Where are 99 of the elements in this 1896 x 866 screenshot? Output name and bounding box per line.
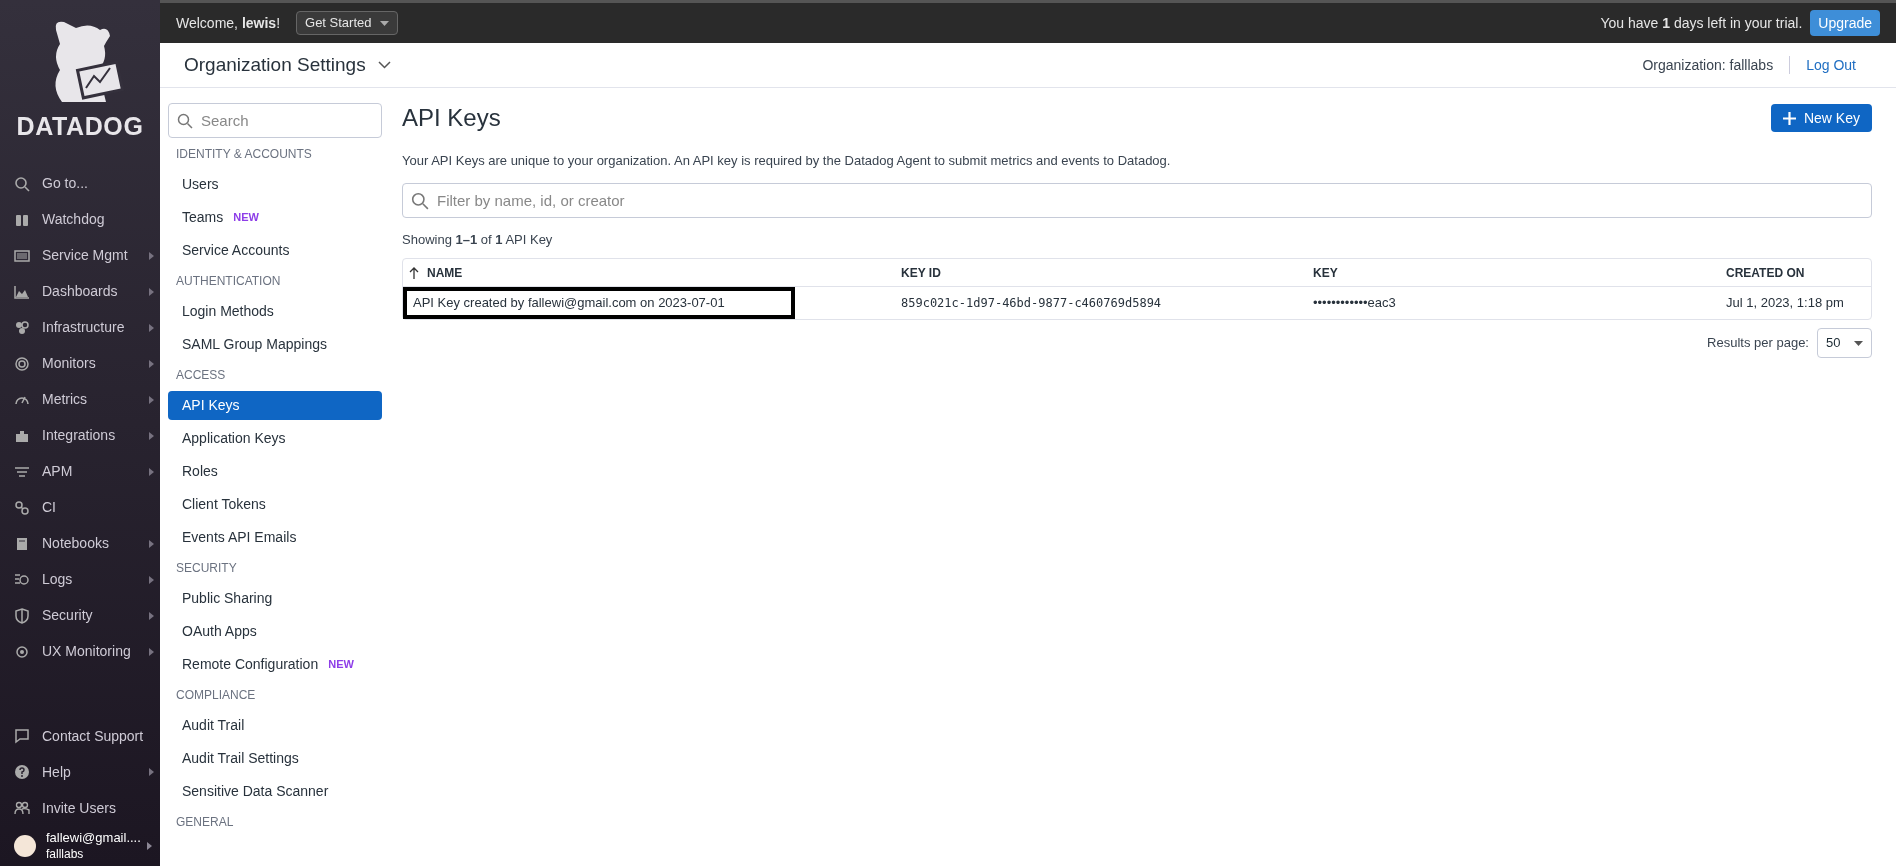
search-icon xyxy=(14,175,30,192)
nav-item[interactable]: Dashboards xyxy=(0,273,160,310)
shield-icon xyxy=(14,607,30,624)
chevron-right-icon xyxy=(149,431,154,440)
nav-item[interactable]: Integrations xyxy=(0,417,160,454)
section-heading: ACCESS xyxy=(175,367,227,384)
chevron-right-icon xyxy=(149,395,154,404)
logo-text: DATADOG xyxy=(16,111,144,142)
nav-item[interactable]: APM xyxy=(0,453,160,490)
welcome-text: Welcome, lewis! xyxy=(176,13,280,33)
new-label: NEW xyxy=(233,210,259,226)
nav-item[interactable]: Help xyxy=(0,754,160,790)
user-menu[interactable]: fallewi@gmail.... falllabs xyxy=(0,826,160,866)
table-cell-text: 859c021c-1d97-46bd-9877-c460769d5894 xyxy=(900,295,1163,312)
sort-up-icon xyxy=(409,266,419,279)
section-heading: GENERAL xyxy=(175,814,235,831)
description-text: Your API Keys are unique to your organization. An API key is required by the Datadog Agent to submit metrics and events to Datadog. xyxy=(402,152,1172,170)
section-title: API Keys xyxy=(402,103,501,133)
filter-field[interactable]: Filter by name, id, or creator xyxy=(402,182,1872,218)
nav-item[interactable]: CI xyxy=(0,489,160,526)
chevron-right-icon xyxy=(149,539,154,548)
new-label: NEW xyxy=(328,657,354,673)
log-out-link[interactable]: Log Out xyxy=(1806,54,1856,76)
chevron-right-icon xyxy=(149,359,154,368)
settings-nav-item[interactable]: Teams NEW xyxy=(168,203,382,232)
chevron-right-icon xyxy=(147,842,152,850)
trial-text: You have 1 days left in your trial. xyxy=(1600,13,1803,33)
chat-icon xyxy=(14,728,30,744)
help-icon xyxy=(14,764,30,780)
chevron-right-icon xyxy=(149,251,154,260)
settings-nav-item[interactable]: API Keys xyxy=(168,391,382,420)
table-cell-text: ••••••••••••eac3 xyxy=(1312,294,1397,313)
chevron-right-icon xyxy=(149,611,154,620)
section-heading: SECURITY xyxy=(175,560,238,577)
organization-name: Organization: falllabs xyxy=(1642,55,1774,75)
settings-nav-item[interactable]: SAML Group Mappings xyxy=(168,330,382,359)
settings-nav-item[interactable]: Audit Trail xyxy=(168,711,382,740)
table-row[interactable]: API Key created by fallewi@gmail.com on 2023-07-01 859c021c-1d97-46bd-9877-c460769d5894 ••••••••••••eac3 Jul 1, 2023, 1:18 pm xyxy=(403,287,1871,319)
settings-nav-item[interactable]: Client Tokens xyxy=(168,490,382,519)
caret-icon xyxy=(1854,340,1863,346)
highlighted-cell: API Key created by fallewi@gmail.com on 2023-07-01 xyxy=(403,287,795,319)
logs-icon xyxy=(14,571,30,588)
nav-item[interactable]: Watchdog xyxy=(0,201,160,238)
search-icon xyxy=(177,113,193,129)
column-header[interactable]: KEY ID xyxy=(895,263,1307,282)
nav-item[interactable]: Infrastructure xyxy=(0,309,160,346)
nav-item[interactable]: Metrics xyxy=(0,381,160,418)
chevron-right-icon xyxy=(149,768,154,776)
chevron-right-icon xyxy=(149,467,154,476)
chevron-right-icon xyxy=(149,323,154,332)
search-field[interactable]: Search xyxy=(168,103,382,138)
avatar xyxy=(14,835,36,857)
page-title-dropdown[interactable]: Organization Settings xyxy=(184,50,391,80)
nav-item[interactable]: Notebooks xyxy=(0,525,160,562)
nav-item[interactable]: Monitors xyxy=(0,345,160,382)
caret-icon xyxy=(379,20,389,26)
settings-nav-item[interactable]: OAuth Apps xyxy=(168,617,382,646)
settings-nav-item[interactable]: Events API Emails xyxy=(168,523,382,552)
settings-nav-item[interactable]: Login Methods xyxy=(168,297,382,326)
result-count: Showing 1–1 of 1 API Key xyxy=(402,230,554,249)
nav-item[interactable]: Logs xyxy=(0,561,160,598)
nav-item[interactable]: Go to... xyxy=(0,165,160,202)
table-cell-text: Jul 1, 2023, 1:18 pm xyxy=(1725,294,1845,313)
settings-nav-item[interactable]: Users xyxy=(168,170,382,199)
settings-nav-item[interactable]: Audit Trail Settings xyxy=(168,744,382,773)
column-header[interactable]: NAME xyxy=(403,263,895,282)
user-org: falllabs xyxy=(46,846,85,862)
search-icon xyxy=(411,191,429,210)
results-per-page-label: Results per page: xyxy=(1707,334,1809,353)
chevron-right-icon xyxy=(149,287,154,296)
nav-item[interactable]: Service Mgmt xyxy=(0,237,160,274)
settings-nav-item[interactable]: Service Accounts xyxy=(168,236,382,265)
results-per-page-select[interactable]: 50 xyxy=(1817,328,1872,358)
settings-nav-item[interactable]: Remote Configuration NEW xyxy=(168,650,382,679)
settings-nav-item[interactable]: Public Sharing xyxy=(168,584,382,613)
section-heading: COMPLIANCE xyxy=(175,687,257,704)
nav-item[interactable]: Contact Support xyxy=(0,718,160,754)
column-header[interactable]: CREATED ON xyxy=(1720,263,1871,282)
new-key-button[interactable]: New Key xyxy=(1770,104,1872,132)
area-chart-icon xyxy=(14,283,30,300)
settings-nav-item[interactable]: Sensitive Data Scanner xyxy=(168,777,382,806)
chevron-right-icon xyxy=(149,647,154,656)
section-heading: AUTHENTICATION xyxy=(175,273,282,290)
notebook-icon xyxy=(14,535,30,552)
nav-item[interactable]: Security xyxy=(0,597,160,634)
link-icon xyxy=(14,499,30,516)
target-icon xyxy=(14,355,30,372)
nav-item[interactable]: UX Monitoring xyxy=(0,633,160,670)
nav-item[interactable]: Invite Users xyxy=(0,790,160,826)
section-heading: IDENTITY & ACCOUNTS xyxy=(175,146,313,163)
chevron-right-icon xyxy=(149,575,154,584)
people-icon xyxy=(14,800,30,816)
user-name: fallewi@gmail.... xyxy=(46,830,141,847)
settings-nav-item[interactable]: Application Keys xyxy=(168,424,382,453)
column-header[interactable]: KEY xyxy=(1307,263,1720,282)
get-started-button[interactable]: Get Started xyxy=(296,11,398,35)
chevron-down-icon xyxy=(377,61,391,69)
plus-icon xyxy=(1782,111,1796,125)
settings-nav-item[interactable]: Roles xyxy=(168,457,382,486)
